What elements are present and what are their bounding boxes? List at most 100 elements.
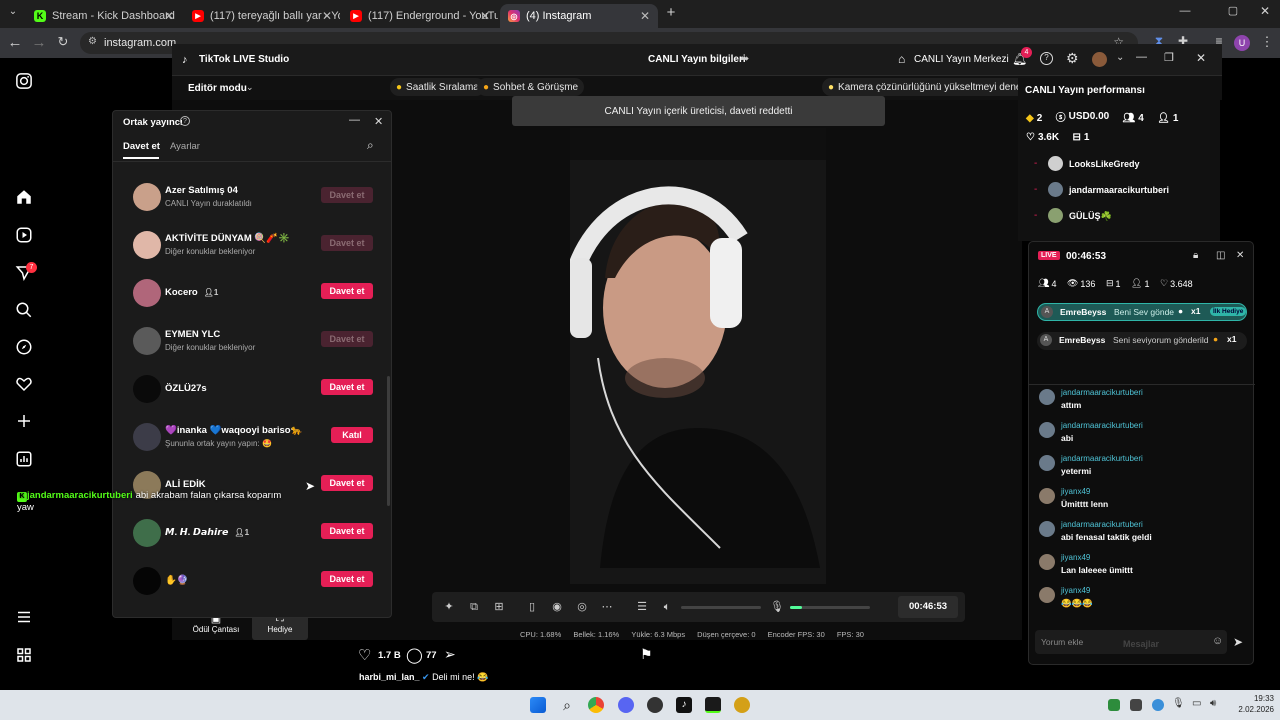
chat-username[interactable]: jandarmaaracikurtuberi [1061,454,1143,463]
browser-tab-instagram[interactable]: ◎ (4) Instagram ✕ [500,4,658,28]
close-tab-icon[interactable]: ✕ [640,9,650,23]
obs-icon[interactable] [647,697,663,713]
mixer-icon[interactable]: ☰ [635,600,649,614]
windows-start-icon[interactable] [530,697,546,713]
phone-icon[interactable]: ▯ [525,600,539,614]
search-icon[interactable]: ⌕ [559,697,575,713]
clock[interactable]: 19:33 2.02.2026 [1230,693,1274,715]
list-item[interactable]: - GÜLÜŞ☘️ [1034,208,1214,234]
notifications-heart-icon[interactable] [14,375,34,395]
menu-kebab-icon[interactable]: ⋮ [1258,34,1276,50]
game-icon[interactable] [734,697,750,713]
invite-button[interactable]: Davet et [321,523,373,539]
scrollbar[interactable] [387,376,390,506]
site-info-icon[interactable]: ⚙ [88,36,97,47]
tray-app-icon[interactable] [1152,699,1164,711]
profile-avatar[interactable]: U [1234,35,1250,51]
close-window-icon[interactable]: ✕ [1256,4,1274,18]
record-icon[interactable]: ◉ [550,600,564,614]
chat-meeting-pill[interactable]: ● Sohbet & Görüşme [477,78,585,96]
back-icon[interactable]: ← [6,34,24,51]
share-send-icon[interactable]: ➢ [444,646,456,663]
search-icon[interactable] [14,301,34,321]
tab-settings[interactable]: Ayarlar [170,141,200,152]
screen-add-icon[interactable]: ⧉ [467,600,481,614]
more-menu-icon[interactable] [14,608,34,628]
minimize-icon[interactable]: — [349,114,360,126]
chat-username[interactable]: jiyanx49 [1061,586,1090,595]
explore-icon[interactable] [14,338,34,358]
speaker-volume-slider[interactable] [681,606,761,609]
close-icon[interactable]: ✕ [1196,51,1206,65]
browser-tab-kick[interactable]: K Stream - Kick Dashboard ✕ [26,4,182,28]
share-icon[interactable]: ➦ [740,52,749,65]
close-tab-icon[interactable]: ✕ [164,9,174,23]
chat-username[interactable]: jandarmaaracikurtuberi [1061,520,1143,529]
settings-gear-icon[interactable]: ⚙ [1066,50,1079,67]
lock-icon[interactable]: 🔒︎ [1193,250,1198,261]
restore-icon[interactable]: ❐ [1164,51,1174,64]
minimize-icon[interactable]: — [1176,5,1194,17]
browser-tab-youtube-2[interactable]: ▶ (117) Enderground - YouTu ✕ [342,4,498,28]
search-icon[interactable]: ⌕ [367,138,374,153]
invite-button[interactable]: Davet et [321,379,373,395]
close-tab-icon[interactable]: ✕ [480,9,490,23]
microphone-tray-icon[interactable]: 🎙︎ [1172,698,1185,709]
camera-tip[interactable]: ● Kamera çözünürlüğünü yükseltmeyi deneyi… [822,78,1041,96]
chat-username[interactable]: jiyanx49 [1061,553,1090,562]
source-add-icon[interactable]: ⊞ [492,600,506,614]
close-icon[interactable]: ✕ [1236,250,1244,261]
chat-username[interactable]: jandarmaaracikurtuberi [1061,388,1143,397]
chrome-icon[interactable] [588,697,604,713]
invite-button[interactable]: Davet et [321,331,373,347]
magic-wand-icon[interactable]: ✦ [442,600,456,614]
pin-icon[interactable]: ◫ [1216,250,1225,261]
invite-button[interactable]: Davet et [321,475,373,491]
kick-studio-icon[interactable] [705,697,721,713]
user-avatar[interactable] [1092,52,1107,67]
list-item[interactable]: - LooksLikeGredy [1034,156,1214,182]
save-bookmark-icon[interactable]: ⚑ [640,646,653,663]
comment-input[interactable]: Yorum ekle Mesajlar ☺ [1035,630,1227,654]
invite-button[interactable]: Davet et [321,571,373,587]
list-item[interactable]: - jandarmaaracikurtuberi [1034,182,1214,208]
comment-icon[interactable]: ◯ [406,646,423,664]
dashboard-icon[interactable] [14,450,34,470]
network-icon[interactable]: ▭ [1192,698,1201,709]
browser-tab-youtube-1[interactable]: ▶ (117) tereyağlı ballı yar - YouTu ✕ [184,4,340,28]
dropdown-chevron-icon[interactable]: ⌄ [1116,52,1124,63]
close-tab-icon[interactable]: ✕ [322,9,332,23]
microphone-level-slider[interactable] [790,606,870,609]
chat-username[interactable]: jiyanx49 [1061,487,1090,496]
apps-grid-icon[interactable] [14,646,34,666]
live-info-title[interactable]: CANLI Yayın bilgileri [648,54,746,65]
reload-icon[interactable]: ↻ [54,34,72,50]
tab-invite[interactable]: Davet et [123,141,160,152]
like-heart-icon[interactable]: ♡ [358,646,371,664]
volume-icon[interactable]: 🔊︎ [1210,698,1216,709]
invite-button[interactable]: Davet et [321,283,373,299]
create-plus-icon[interactable] [14,412,34,432]
editor-mode-chevron-icon[interactable]: ⌄ [246,82,254,93]
tray-app-icon[interactable] [1130,699,1142,711]
live-center-home-icon[interactable]: ⌂ [898,52,905,66]
editor-mode-label[interactable]: Editör modu [188,83,247,94]
help-icon[interactable]: ? [1040,52,1053,65]
camera-effect-icon[interactable]: ◎ [575,600,589,614]
minimize-icon[interactable]: — [1136,51,1147,63]
emoji-icon[interactable]: ☺ [1212,635,1223,647]
post-username[interactable]: harbi_mi_lan_ [359,672,420,682]
speaker-icon[interactable]: 🔈︎ [660,600,674,614]
home-icon[interactable] [14,188,34,208]
forward-icon[interactable]: → [30,34,48,51]
invite-button[interactable]: Davet et [321,235,373,251]
discord-icon[interactable] [618,697,634,713]
new-tab-icon[interactable]: + [662,4,680,21]
close-icon[interactable]: ✕ [374,115,383,128]
hourly-ranking-pill[interactable]: ● Saatlik Sıralama [390,78,485,96]
chat-username[interactable]: jandarmaaracikurtuberi [1061,421,1143,430]
more-options-icon[interactable]: ⋯ [600,600,614,614]
join-button[interactable]: Katıl [331,427,373,443]
invite-button[interactable]: Davet et [321,187,373,203]
microphone-icon[interactable]: 🎙︎ [770,600,784,614]
